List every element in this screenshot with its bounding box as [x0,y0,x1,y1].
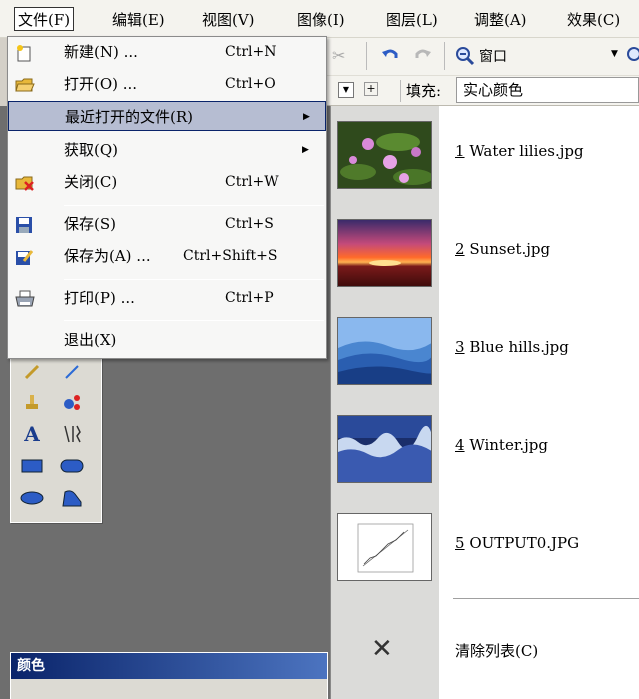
recent-file-item[interactable]: 4 Winter.jpg [331,400,639,498]
redo-icon[interactable] [414,46,432,68]
recolor-icon[interactable] [59,389,85,415]
submenu-arrow-icon: ▶ [303,112,310,122]
rectangle-icon[interactable] [19,453,45,479]
print-icon [15,289,35,307]
recent-files-submenu: 1 Water lilies.jpg 2 Sunset.jpg 3 Blue h… [330,106,639,699]
menu-item-shortcut: Ctrl+S [225,216,274,232]
blue-hills-thumbnail [337,317,432,385]
file-menu: 新建(N) ... Ctrl+N 打开(O) ... Ctrl+O 最近打开的文… [7,36,327,359]
open-folder-icon [15,75,35,93]
winter-thumbnail [337,415,432,483]
menu-file[interactable]: 文件(F) [14,7,75,31]
menu-item-recent-files[interactable]: 最近打开的文件(R) ▶ [8,101,326,131]
recent-file-label: 4 Winter.jpg [455,436,548,454]
recent-file-label: 1 Water lilies.jpg [455,142,584,160]
menu-item-shortcut: Ctrl+N [225,44,277,60]
menu-item-label: 保存(S) [64,215,116,233]
output-thumbnail [337,513,432,581]
dropdown-arrow-icon[interactable]: ▼ [338,82,354,98]
clear-list-label: 清除列表(C) [455,642,539,660]
menu-item-save-as[interactable]: 保存为(A) ... Ctrl+Shift+S [8,241,326,271]
save-as-icon [15,247,34,265]
menu-image[interactable]: 图像(I) [295,8,347,32]
menu-separator [64,279,324,280]
menu-item-label: 关闭(C) [64,173,118,191]
colors-panel-title: 颜色 [11,653,327,679]
menu-separator [64,205,324,206]
recent-file-item[interactable]: 3 Blue hills.jpg [331,302,639,400]
pencil-icon[interactable] [19,359,45,385]
main-toolbar: ✂ 窗口 ▼ [326,38,639,76]
fill-label: 填充: [406,82,442,100]
tools-palette: A [10,358,102,523]
menu-item-shortcut: Ctrl+P [225,290,274,306]
zoom-in-icon[interactable] [626,46,639,68]
recent-file-label: 3 Blue hills.jpg [455,338,569,356]
clear-list-item[interactable]: ✕ 清除列表(C) [331,626,639,676]
submenu-arrow-icon: ▶ [302,145,309,155]
menu-separator [64,320,324,321]
freeform-shape-icon[interactable] [59,485,85,511]
menubar: 文件(F) 编辑(E) 视图(V) 图像(I) 图层(L) 调整(A) 效果(C… [0,0,639,38]
menu-adjustments[interactable]: 调整(A) [472,8,529,32]
ellipse-icon[interactable] [19,485,45,511]
menu-edit[interactable]: 编辑(E) [110,8,167,32]
text-icon[interactable]: A [19,421,45,447]
expand-icon[interactable]: + [364,82,378,96]
menu-item-acquire[interactable]: 获取(Q) ▶ [8,135,326,165]
recent-file-label: 5 OUTPUT0.JPG [455,534,580,552]
menu-item-shortcut: Ctrl+O [225,76,276,92]
clone-stamp-icon[interactable] [19,389,45,415]
menu-effects[interactable]: 效果(C) [565,8,622,32]
menu-item-shortcut: Ctrl+Shift+S [183,248,278,264]
recent-file-item[interactable]: 2 Sunset.jpg [331,204,639,302]
recent-file-item[interactable]: 1 Water lilies.jpg [331,106,639,204]
menu-item-label: 获取(Q) [64,141,119,159]
menu-item-label: 打印(P) ... [64,289,135,307]
recent-file-label: 2 Sunset.jpg [455,240,551,258]
toolbar-separator [366,42,367,70]
menu-item-exit[interactable]: 退出(X) [8,325,326,355]
submenu-separator [453,598,639,599]
sunset-thumbnail [337,219,432,287]
menu-item-label: 保存为(A) ... [64,247,151,265]
clear-list-icon: ✕ [371,634,393,664]
recent-file-item[interactable]: 5 OUTPUT0.JPG [331,498,639,596]
zoom-select[interactable]: 窗口 [479,46,599,68]
zoom-dropdown-arrow[interactable]: ▼ [611,49,618,59]
fill-select[interactable]: 实心颜色 [456,77,639,103]
colors-panel: 颜色 [10,652,328,699]
menu-item-shortcut: Ctrl+W [225,174,279,190]
menu-layers[interactable]: 图层(L) [384,8,440,32]
menu-item-label: 最近打开的文件(R) [65,108,193,126]
tool-options-bar: ▼ + 填充: 实心颜色 [326,76,639,106]
close-file-icon [15,173,34,191]
paste-icon[interactable]: ✂ [332,46,345,65]
menu-item-label: 退出(X) [64,331,117,349]
zoom-out-icon[interactable] [455,46,475,70]
toolbar-separator [444,42,445,70]
brush-icon[interactable] [59,359,85,385]
save-icon [15,215,33,233]
menu-item-close[interactable]: 关闭(C) Ctrl+W [8,167,326,197]
new-file-icon [15,43,33,62]
colors-panel-body [11,679,327,699]
line-curve-icon[interactable] [59,421,85,447]
menu-item-open[interactable]: 打开(O) ... Ctrl+O [8,69,326,99]
toolbar-separator [400,80,401,102]
menu-item-label: 打开(O) ... [64,75,138,93]
undo-icon[interactable] [381,46,399,68]
menu-item-label: 新建(N) ... [64,43,138,61]
menu-item-save[interactable]: 保存(S) Ctrl+S [8,209,326,239]
menu-item-print[interactable]: 打印(P) ... Ctrl+P [8,283,326,313]
water-lilies-thumbnail [337,121,432,189]
menu-item-new[interactable]: 新建(N) ... Ctrl+N [8,37,326,67]
menu-view[interactable]: 视图(V) [200,8,257,32]
rounded-rectangle-icon[interactable] [59,453,85,479]
